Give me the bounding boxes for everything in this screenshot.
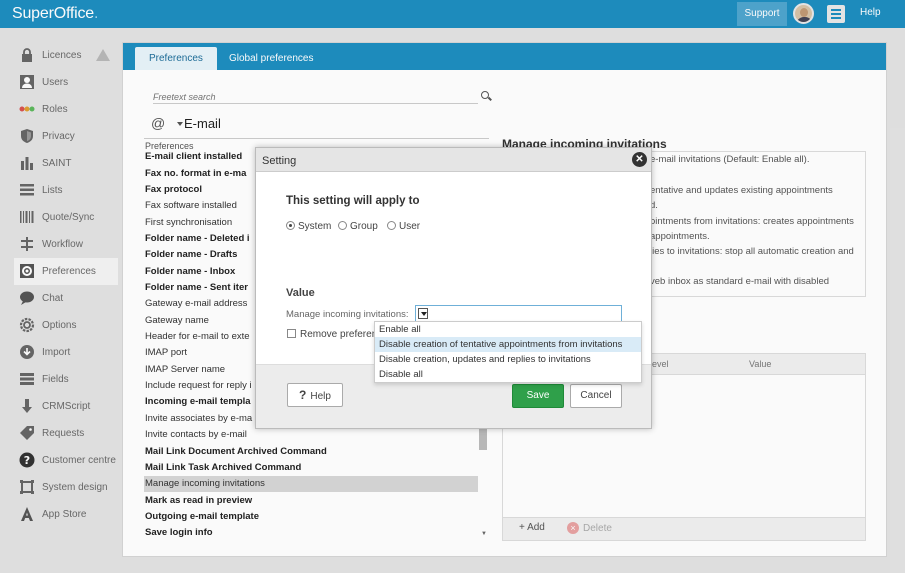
dropdown-option[interactable]: Disable creation, updates and replies to… xyxy=(375,352,641,367)
radio-button[interactable] xyxy=(286,221,295,230)
cancel-button[interactable]: Cancel xyxy=(570,384,622,408)
value-heading: Value xyxy=(286,287,315,299)
dialog-header: Setting ✕ xyxy=(256,148,651,172)
radio-button[interactable] xyxy=(387,221,396,230)
dropdown-option[interactable]: Disable all xyxy=(375,367,641,382)
dropdown-option-highlighted[interactable]: Disable creation of tentative appointmen… xyxy=(375,337,641,352)
checkbox-label: Remove preferenc xyxy=(300,329,376,340)
applies-heading: This setting will apply to xyxy=(286,195,420,207)
save-button[interactable]: Save xyxy=(512,384,564,408)
dialog-title: Setting xyxy=(262,155,297,167)
radio-button[interactable] xyxy=(338,221,347,230)
radio-label: Group xyxy=(350,221,378,232)
field-label: Manage incoming invitations: xyxy=(286,309,409,320)
radio-label: System xyxy=(298,221,332,232)
dropdown-option[interactable]: Enable all xyxy=(375,322,641,337)
help-button[interactable]: ? Help xyxy=(287,383,343,407)
setting-dialog: Setting ✕ This setting will apply to Sys… xyxy=(255,147,652,429)
remove-preference-checkbox[interactable] xyxy=(287,329,296,338)
radio-user[interactable]: User xyxy=(387,221,420,232)
close-icon[interactable]: ✕ xyxy=(632,152,647,167)
radio-label: User xyxy=(399,221,421,232)
question-mark-icon: ? xyxy=(299,388,307,402)
help-label: Help xyxy=(310,391,331,402)
radio-group[interactable]: Group xyxy=(338,221,378,232)
chevron-down-icon[interactable] xyxy=(418,308,428,319)
invitations-dropdown: Enable all Disable creation of tentative… xyxy=(374,321,642,383)
radio-system[interactable]: System xyxy=(286,221,331,232)
